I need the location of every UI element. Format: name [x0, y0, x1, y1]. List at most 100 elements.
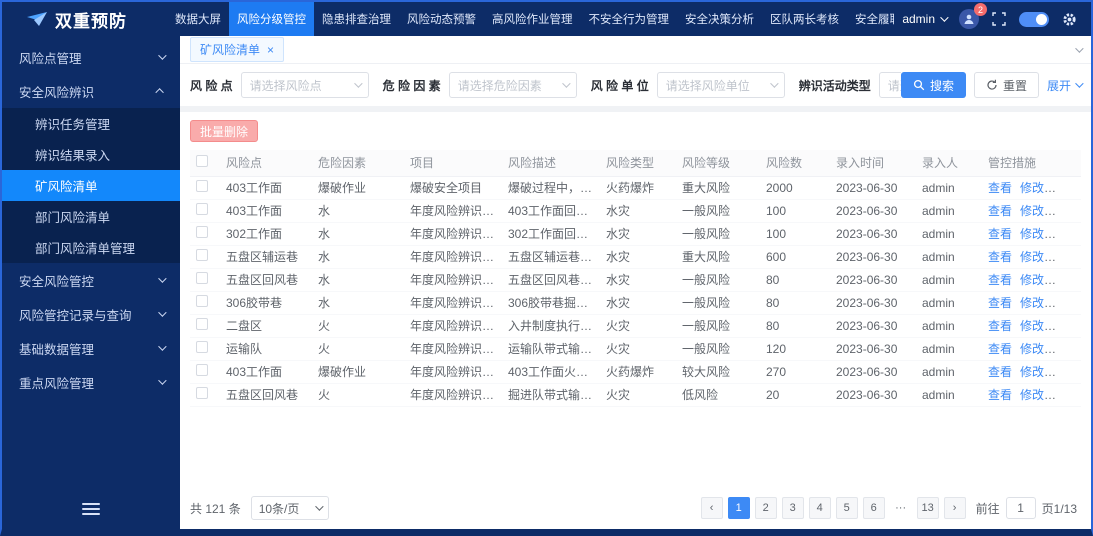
chevron-down-icon — [353, 79, 363, 88]
chevron-down-icon — [158, 274, 167, 283]
table-row: 二盘区火年度风险辨识评估...入井制度执行不到...火灾一般风险802023-0… — [190, 314, 1081, 338]
column-header: 风险类型 — [600, 150, 676, 177]
top-nav-item[interactable]: 区队两长考核 — [762, 2, 847, 36]
row-checkbox[interactable] — [196, 226, 208, 238]
page-size-select[interactable]: 10条/页 — [250, 496, 329, 520]
page-button[interactable]: 6 — [862, 497, 885, 519]
action-view[interactable]: 查看 — [988, 204, 1012, 218]
sidebar-item[interactable]: 辨识任务管理 — [2, 108, 180, 139]
action-view[interactable]: 查看 — [988, 273, 1012, 287]
sidebar-group[interactable]: 安全风险辨识 — [2, 74, 180, 108]
cell: 2023-06-30 — [830, 383, 916, 407]
top-nav-item[interactable]: 风险动态预警 — [399, 2, 484, 36]
row-select-cell — [190, 337, 220, 361]
page-button[interactable]: 3 — [781, 497, 804, 519]
cell: 一般风险 — [676, 199, 760, 223]
row-checkbox[interactable] — [196, 272, 208, 284]
page-button[interactable]: 13 — [916, 497, 939, 519]
filter-select[interactable]: 请选择风险单位 — [656, 72, 785, 98]
filter-actions: 搜索 重置 展开 — [900, 72, 1084, 98]
page-button[interactable]: 1 — [727, 497, 750, 519]
user-menu[interactable]: admin — [902, 12, 949, 26]
filter-select[interactable]: 请选择风险点 — [240, 72, 369, 98]
action-view[interactable]: 查看 — [988, 296, 1012, 310]
row-actions: 查看 修改 删除 — [982, 222, 1081, 246]
top-nav-item[interactable]: 数据大屏 — [167, 2, 229, 36]
fullscreen-icon[interactable] — [992, 12, 1006, 26]
top-nav-item[interactable]: 安全决策分析 — [677, 2, 762, 36]
tab-mine-risk-list[interactable]: 矿风险清单 × — [190, 37, 285, 62]
row-checkbox[interactable] — [196, 364, 208, 376]
action-edit[interactable]: 修改 — [1020, 319, 1044, 333]
next-page-button[interactable]: › — [943, 497, 966, 519]
action-view[interactable]: 查看 — [988, 181, 1012, 195]
action-view[interactable]: 查看 — [988, 388, 1012, 402]
sidebar-group[interactable]: 重点风险管理 — [2, 365, 180, 399]
select-placeholder: 请选择辨识活动类型 — [887, 78, 901, 93]
action-edit[interactable]: 修改 — [1020, 227, 1044, 241]
goto-page-input[interactable] — [1005, 497, 1036, 519]
action-edit[interactable]: 修改 — [1020, 296, 1044, 310]
top-nav-item[interactable]: 隐患排查治理 — [314, 2, 399, 36]
filter-select[interactable]: 请选择危险因素 — [448, 72, 577, 98]
search-button[interactable]: 搜索 — [900, 72, 966, 98]
action-edit[interactable]: 修改 — [1020, 365, 1044, 379]
row-checkbox[interactable] — [196, 203, 208, 215]
settings-gear-icon[interactable] — [1062, 12, 1077, 27]
expand-link[interactable]: 展开 — [1047, 77, 1084, 94]
action-edit[interactable]: 修改 — [1020, 204, 1044, 218]
avatar[interactable]: 2 — [959, 3, 987, 29]
sidebar-group[interactable]: 基础数据管理 — [2, 331, 180, 365]
action-view[interactable]: 查看 — [988, 319, 1012, 333]
batch-delete-button[interactable]: 批量删除 — [190, 120, 259, 142]
action-view[interactable]: 查看 — [988, 365, 1012, 379]
tab-close-icon[interactable]: × — [267, 44, 274, 56]
action-edit[interactable]: 修改 — [1020, 181, 1044, 195]
sidebar-item-active[interactable]: 矿风险清单 — [2, 170, 180, 201]
tabbar-menu-button[interactable] — [1075, 43, 1084, 53]
sidebar-item[interactable]: 部门风险清单 — [2, 201, 180, 232]
row-checkbox[interactable] — [196, 387, 208, 399]
row-checkbox[interactable] — [196, 295, 208, 307]
page-button[interactable]: 5 — [835, 497, 858, 519]
row-checkbox[interactable] — [196, 249, 208, 261]
top-nav-item[interactable]: 风险分级管控 — [229, 2, 314, 36]
sidebar-group[interactable]: 安全风险管控 — [2, 263, 180, 297]
top-nav-item[interactable]: 高风险作业管理 — [484, 2, 581, 36]
sidebar-item[interactable]: 辨识结果录入 — [2, 139, 180, 170]
sidebar-collapse-button[interactable] — [78, 499, 104, 519]
top-nav-item[interactable]: 不安全行为管理 — [581, 2, 678, 36]
action-edit[interactable]: 修改 — [1020, 388, 1044, 402]
column-header: 项目 — [404, 150, 502, 177]
row-checkbox[interactable] — [196, 341, 208, 353]
action-edit[interactable]: 修改 — [1020, 273, 1044, 287]
page-button[interactable]: 4 — [808, 497, 831, 519]
select-all-checkbox[interactable] — [196, 155, 208, 168]
sidebar-submenu: 辨识任务管理 辨识结果录入 矿风险清单 部门风险清单 部门风险清单管理 — [2, 108, 180, 263]
row-select-cell — [190, 245, 220, 269]
sidebar-item[interactable]: 部门风险清单管理 — [2, 232, 180, 263]
theme-toggle[interactable] — [1019, 11, 1049, 27]
cell: 120 — [760, 337, 830, 361]
cell: 五盘区回风巷 — [220, 268, 312, 292]
row-checkbox[interactable] — [196, 180, 208, 192]
row-actions: 查看 修改 删除 — [982, 291, 1081, 315]
reset-button[interactable]: 重置 — [973, 72, 1039, 98]
row-checkbox[interactable] — [196, 318, 208, 330]
prev-page-button[interactable]: ‹ — [700, 497, 723, 519]
action-edit[interactable]: 修改 — [1020, 250, 1044, 264]
sidebar-group[interactable]: 风险管控记录与查询 — [2, 297, 180, 331]
cell: 2023-06-30 — [830, 337, 916, 361]
chevron-up-icon — [155, 88, 164, 97]
action-view[interactable]: 查看 — [988, 342, 1012, 356]
action-edit[interactable]: 修改 — [1020, 342, 1044, 356]
action-view[interactable]: 查看 — [988, 250, 1012, 264]
cell: 水灾 — [600, 222, 676, 246]
top-nav-item[interactable]: 安全履职考核 — [847, 2, 894, 36]
cell: 较大风险 — [676, 360, 760, 384]
cell: 年度风险辨识评估... — [404, 383, 502, 407]
filter-select[interactable]: 请选择辨识活动类型 — [878, 72, 901, 98]
page-button[interactable]: 2 — [754, 497, 777, 519]
action-view[interactable]: 查看 — [988, 227, 1012, 241]
sidebar-group[interactable]: 风险点管理 — [2, 40, 180, 74]
